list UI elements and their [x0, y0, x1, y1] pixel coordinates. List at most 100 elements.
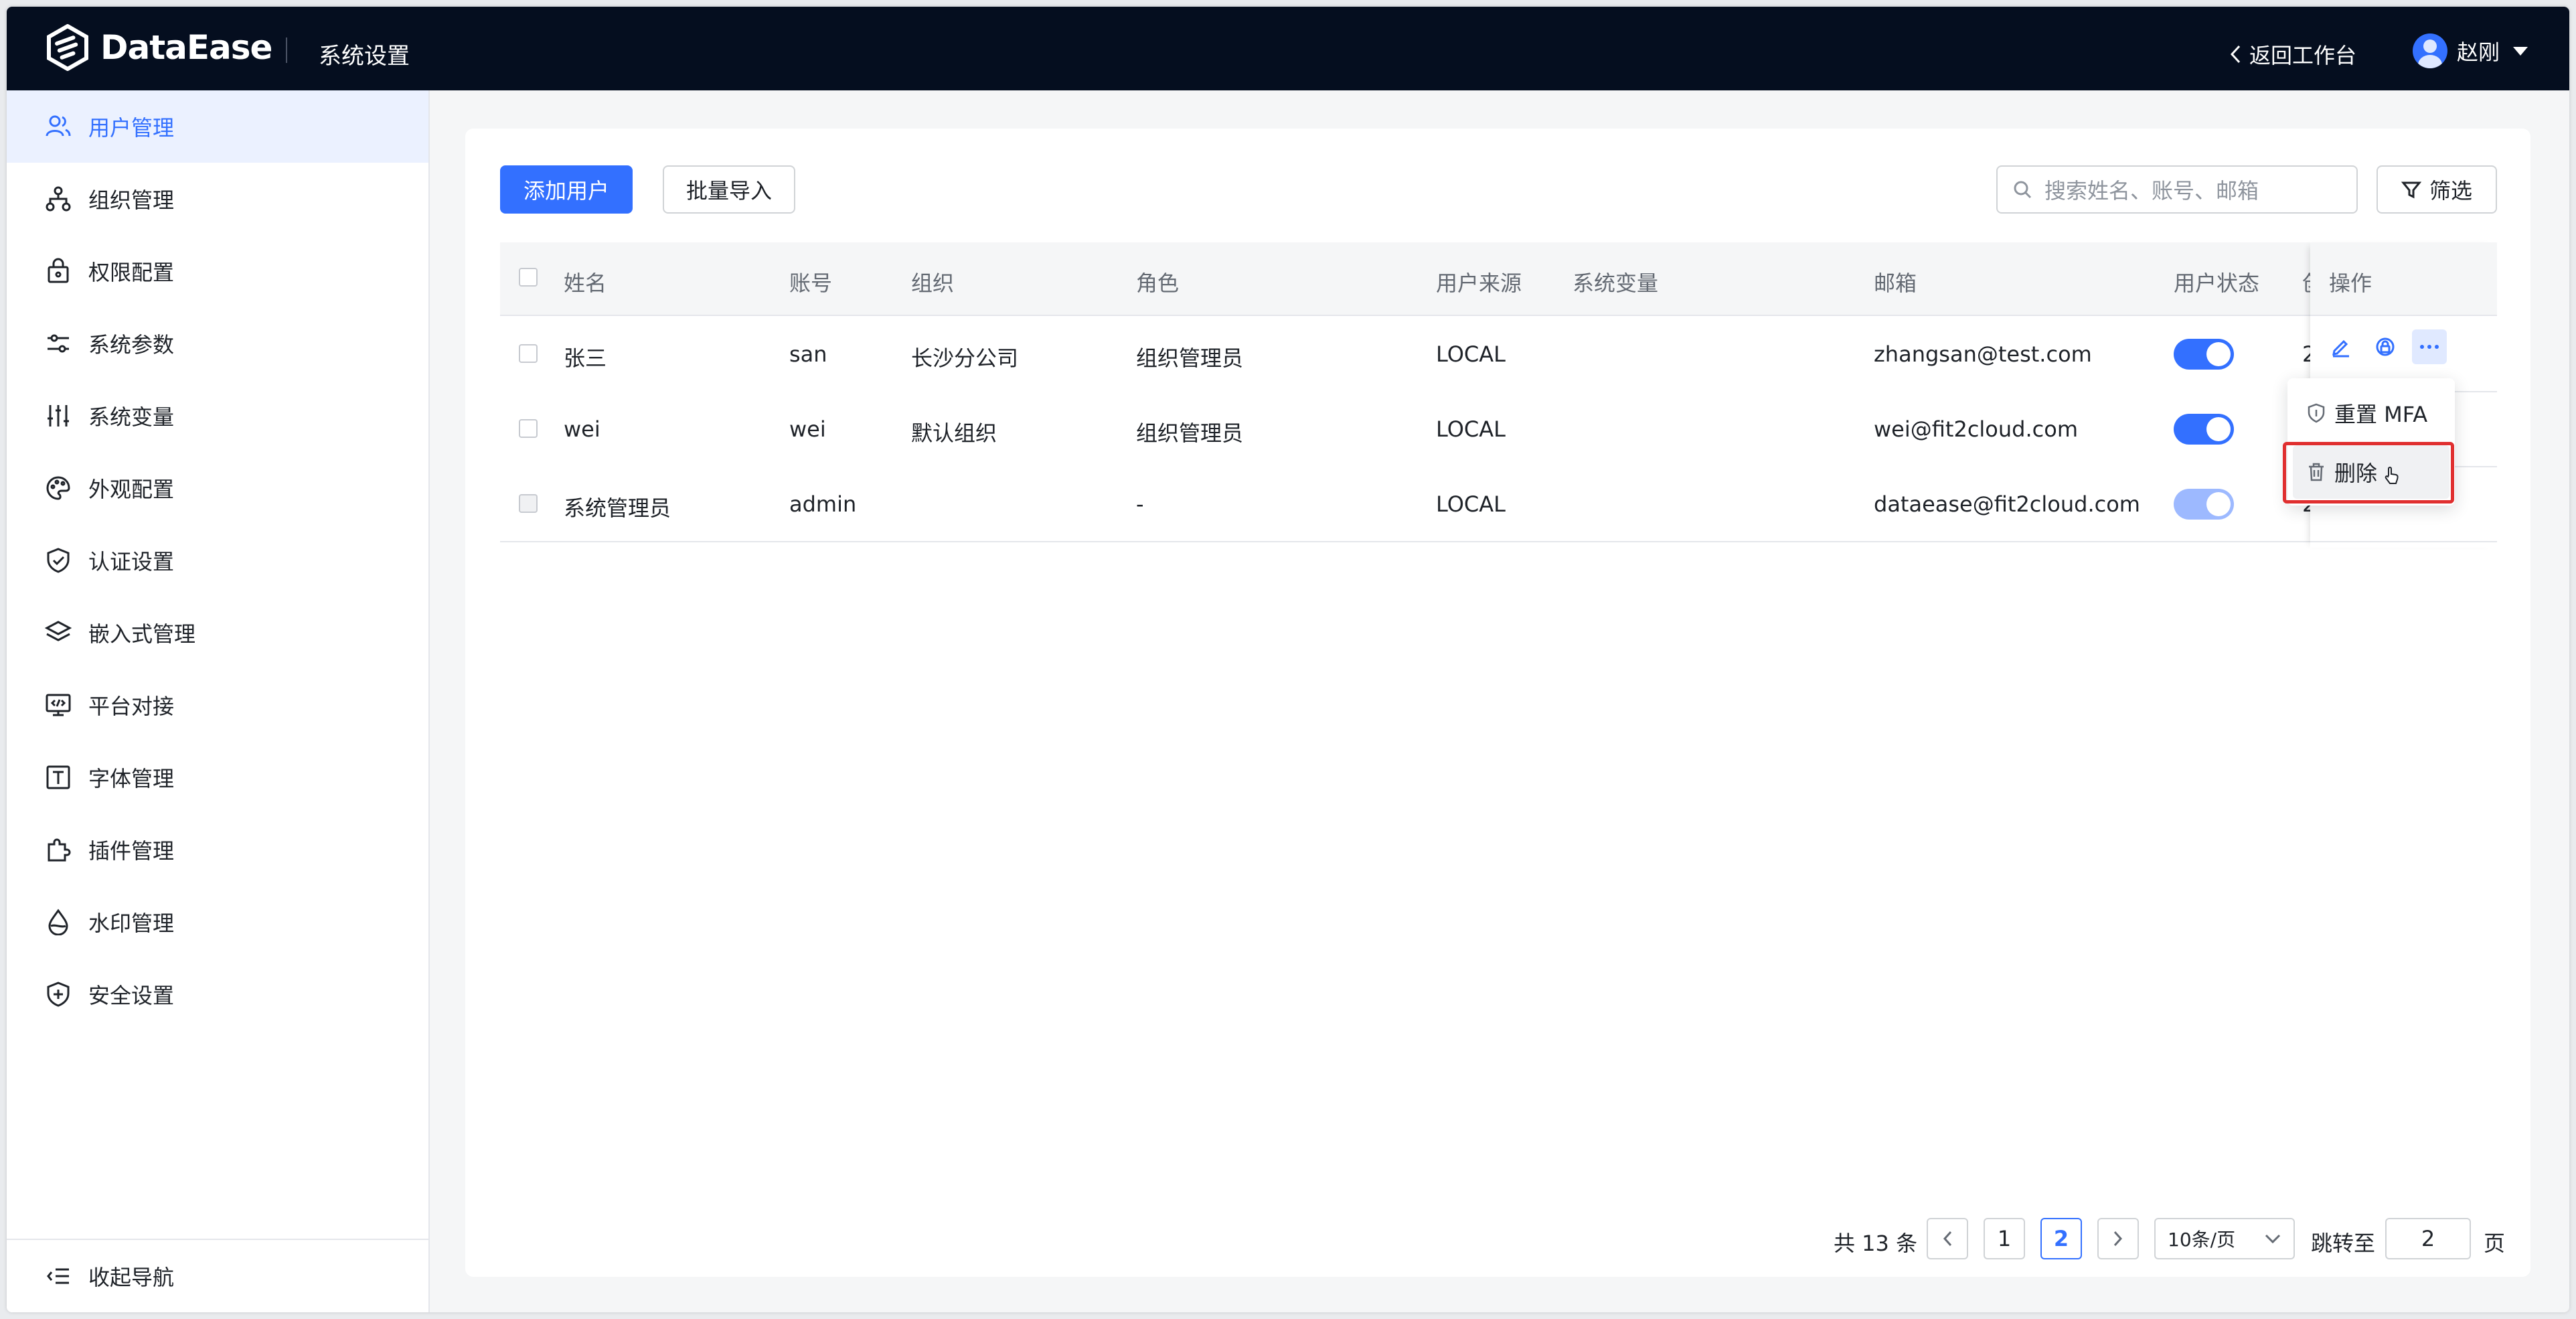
user-name: 赵刚	[2457, 40, 2500, 65]
sidebar-item-user-management[interactable]: 用户管理	[7, 90, 428, 163]
reset-mfa-label: 重置 MFA	[2334, 402, 2428, 427]
filter-button[interactable]: 筛选	[2377, 165, 2497, 214]
sidebar-item-label: 系统变量	[88, 404, 175, 430]
table-header: 姓名 账号 组织 角色 用户来源 系统变量 邮箱 用户状态 创	[500, 242, 2497, 316]
column-header-source[interactable]: 用户来源	[1436, 266, 1522, 297]
cell-account: wei	[789, 416, 826, 442]
sidebar-item-appearance[interactable]: 外观配置	[7, 452, 428, 524]
shield-plus-icon	[43, 979, 74, 1010]
ellipsis-icon	[2420, 345, 2439, 349]
reset-password-icon[interactable]	[2372, 333, 2399, 360]
batch-import-button[interactable]: 批量导入	[663, 165, 795, 214]
page-size-select[interactable]: 10条/页	[2154, 1218, 2295, 1259]
cell-account: admin	[789, 491, 857, 517]
sidebar-item-fonts[interactable]: 字体管理	[7, 741, 428, 813]
status-toggle[interactable]	[2174, 414, 2234, 445]
sidebar-item-platform[interactable]: 平台对接	[7, 669, 428, 741]
more-actions-button[interactable]	[2412, 329, 2447, 364]
row-checkbox[interactable]	[519, 419, 538, 438]
caret-down-icon	[2513, 46, 2528, 56]
droplet-icon	[43, 907, 74, 937]
sidebar-item-watermark[interactable]: 水印管理	[7, 886, 428, 958]
sidebar-item-permissions[interactable]: 权限配置	[7, 235, 428, 307]
lock-icon	[43, 256, 74, 287]
chevron-left-icon	[1943, 1231, 1952, 1247]
sidebar-item-label: 水印管理	[88, 911, 175, 936]
search-input[interactable]: 搜索姓名、账号、邮箱	[1996, 165, 2358, 214]
sidebar-item-auth-settings[interactable]: 认证设置	[7, 524, 428, 597]
column-header-role[interactable]: 角色	[1136, 266, 1179, 297]
sidebar-item-embedded[interactable]: 嵌入式管理	[7, 597, 428, 669]
sidebar: 用户管理 组织管理 权限配置 系统参数 系统变量 外观配置 认证设置 嵌入式管理…	[7, 90, 430, 1312]
cell-org: 默认组织	[911, 420, 997, 446]
page-title: 系统设置	[319, 43, 410, 70]
column-header-email[interactable]: 邮箱	[1874, 266, 1917, 297]
chevron-right-icon	[2113, 1231, 2123, 1247]
page-button[interactable]: 1	[1984, 1218, 2025, 1259]
monitor-code-icon	[43, 690, 74, 720]
avatar	[2413, 33, 2447, 68]
chevron-down-icon	[2265, 1234, 2281, 1244]
filter-icon	[2401, 181, 2421, 199]
page-suffix: 页	[2484, 1231, 2506, 1256]
sidebar-item-label: 认证设置	[88, 549, 175, 574]
status-toggle[interactable]	[2174, 489, 2234, 520]
column-header-operations: 操作	[2329, 270, 2372, 296]
cell-name: wei	[564, 416, 600, 442]
back-to-workbench-link[interactable]: 返回工作台	[2228, 39, 2356, 70]
table-row[interactable]: 系统管理员 admin - LOCAL dataease@fit2cloud.c…	[500, 466, 2497, 542]
sidebar-item-system-variables[interactable]: 系统变量	[7, 380, 428, 452]
search-icon	[2014, 181, 2032, 199]
user-list-card: 添加用户 批量导入 搜索姓名、账号、邮箱 筛选 姓名 账号 组织 角色 用户来源…	[465, 129, 2530, 1277]
row-checkbox[interactable]	[519, 344, 538, 363]
collapse-nav-label: 收起导航	[88, 1265, 175, 1290]
filter-label: 筛选	[2429, 178, 2472, 204]
sliders-icon	[43, 328, 74, 359]
column-header-account[interactable]: 账号	[789, 266, 832, 297]
font-icon	[43, 762, 74, 793]
sidebar-item-security[interactable]: 安全设置	[7, 958, 428, 1030]
cell-email: wei@fit2cloud.com	[1874, 416, 2078, 442]
users-icon	[43, 111, 74, 142]
user-menu[interactable]: 赵刚	[2413, 33, 2528, 68]
table-row[interactable]: wei wei 默认组织 组织管理员 LOCAL wei@fit2cloud.c…	[500, 391, 2497, 467]
prev-page-button[interactable]	[1927, 1218, 1968, 1259]
app-window: DataEase 系统设置 返回工作台 赵刚 用户管理 组织管理 权限配置 系统…	[7, 7, 2569, 1312]
shield-icon	[2308, 403, 2325, 423]
logo-text: DataEase	[100, 28, 272, 67]
select-all-checkbox[interactable]	[519, 268, 538, 287]
cell-source: LOCAL	[1436, 341, 1506, 367]
cell-email: dataease@fit2cloud.com	[1874, 491, 2140, 517]
jump-page-input[interactable]: 2	[2385, 1218, 2471, 1259]
next-page-button[interactable]	[2097, 1218, 2139, 1259]
sidebar-item-label: 嵌入式管理	[88, 621, 196, 647]
column-header-name[interactable]: 姓名	[564, 266, 607, 297]
cell-role: 组织管理员	[1136, 345, 1244, 371]
row-checkbox[interactable]	[519, 494, 538, 513]
sidebar-item-label: 平台对接	[88, 694, 175, 719]
sidebar-item-org-management[interactable]: 组织管理	[7, 163, 428, 235]
sidebar-item-label: 外观配置	[88, 477, 175, 502]
cell-source: LOCAL	[1436, 416, 1506, 442]
palette-icon	[43, 473, 74, 503]
column-header-variables[interactable]: 系统变量	[1573, 266, 1658, 297]
add-user-button[interactable]: 添加用户	[500, 165, 633, 214]
edit-icon[interactable]	[2328, 333, 2354, 360]
cell-email: zhangsan@test.com	[1874, 341, 2092, 367]
status-toggle[interactable]	[2174, 339, 2234, 370]
sidebar-item-system-params[interactable]: 系统参数	[7, 307, 428, 380]
reset-mfa-menu-item[interactable]: 重置 MFA	[2293, 386, 2449, 440]
column-header-status[interactable]: 用户状态	[2174, 266, 2259, 297]
sidebar-item-label: 用户管理	[88, 115, 175, 141]
pagination-total: 共 13 条	[1834, 1231, 1918, 1256]
column-header-org[interactable]: 组织	[911, 266, 954, 297]
table-row[interactable]: 张三 san 长沙分公司 组织管理员 LOCAL zhangsan@test.c…	[500, 316, 2497, 392]
collapse-nav-button[interactable]: 收起导航	[7, 1239, 428, 1312]
sidebar-item-label: 系统参数	[88, 332, 175, 358]
operations-header: 操作	[2310, 242, 2497, 316]
chevron-left-icon	[2230, 45, 2241, 64]
logo[interactable]: DataEase	[44, 24, 272, 71]
sidebar-item-plugins[interactable]: 插件管理	[7, 813, 428, 886]
page-button-current[interactable]: 2	[2040, 1218, 2082, 1259]
sidebar-item-label: 插件管理	[88, 838, 175, 864]
